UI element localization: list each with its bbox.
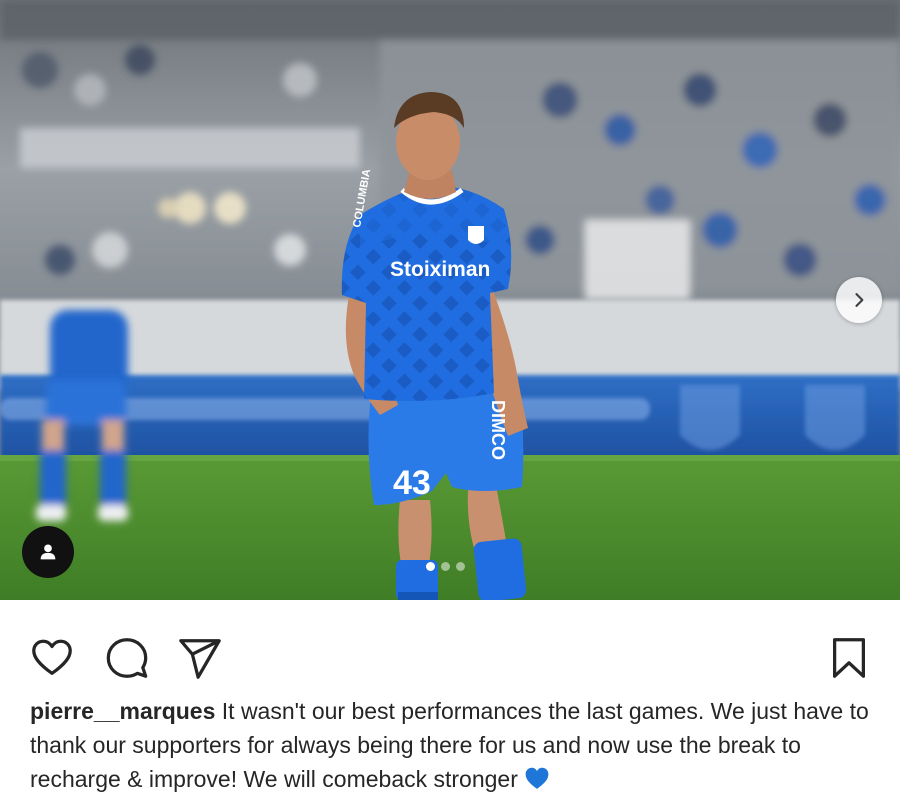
user-tag-icon	[40, 544, 56, 560]
bookmark-icon	[832, 638, 866, 678]
carousel-next-button[interactable]	[836, 277, 882, 323]
share-button[interactable]	[176, 634, 224, 682]
carousel-indicator	[426, 562, 465, 571]
jersey-sponsor-text: Stoiximan	[390, 258, 490, 281]
chevron-right-icon	[855, 293, 864, 307]
save-button[interactable]	[825, 634, 873, 682]
carousel-dot-active	[426, 562, 435, 571]
shorts-sponsor-text: DIMCO	[488, 400, 508, 460]
blue-heart-icon	[524, 765, 550, 799]
carousel-dot	[456, 562, 465, 571]
comment-button[interactable]	[103, 634, 151, 682]
paper-plane-icon	[179, 639, 221, 679]
instagram-post: Stoiximan 43 DIMCO COLUMBIA pierre__marq…	[0, 0, 900, 812]
like-button[interactable]	[28, 634, 76, 682]
post-caption: pierre__marques It wasn't our best perfo…	[30, 694, 880, 799]
comment-bubble-icon	[106, 638, 148, 678]
caption-username[interactable]: pierre__marques	[30, 698, 215, 724]
tagged-users-button[interactable]	[22, 526, 74, 578]
heart-outline-icon	[32, 639, 72, 675]
football-player-photo: Stoiximan 43 DIMCO COLUMBIA	[0, 0, 900, 600]
post-photo[interactable]: Stoiximan 43 DIMCO COLUMBIA	[0, 0, 900, 600]
carousel-dot	[441, 562, 450, 571]
post-action-bar	[0, 626, 900, 688]
shorts-number-text: 43	[393, 464, 431, 502]
